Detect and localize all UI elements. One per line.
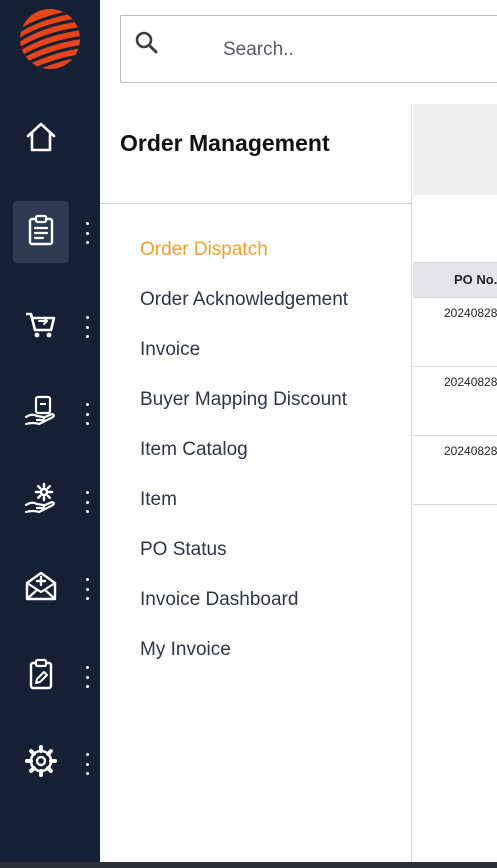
bottom-strip [0, 862, 497, 868]
menu-item-po-status[interactable]: PO Status [140, 538, 348, 588]
nav-envelope-more[interactable] [82, 578, 92, 600]
menu-item-my-invoice[interactable]: My Invoice [140, 638, 348, 688]
nav-home[interactable] [13, 108, 69, 170]
content-header [413, 104, 497, 195]
settings-gear-icon [23, 743, 59, 784]
divider [100, 203, 412, 204]
menu-item-order-acknowledgement[interactable]: Order Acknowledgement [140, 288, 348, 338]
submenu-list: Order Dispatch Order Acknowledgement Inv… [140, 238, 348, 688]
nav-order-management[interactable] [13, 201, 69, 263]
nav-envelope[interactable] [13, 557, 69, 619]
menu-item-order-dispatch[interactable]: Order Dispatch [140, 238, 348, 288]
po-number-cell: 20240828 [444, 444, 497, 458]
nav-order-management-more[interactable] [82, 222, 92, 244]
menu-item-buyer-mapping-discount[interactable]: Buyer Mapping Discount [140, 388, 348, 438]
nav-settings[interactable] [13, 732, 69, 794]
sidebar-rail [0, 0, 100, 862]
nav-settings-more[interactable] [82, 753, 92, 775]
hand-gear-icon [23, 481, 59, 522]
nav-clipboard-edit-more[interactable] [82, 666, 92, 688]
table-row[interactable]: 20240828 [413, 298, 497, 367]
column-header-po-no[interactable]: PO No. [454, 272, 497, 287]
order-management-submenu: Order Management Order Dispatch Order Ac… [100, 104, 412, 862]
menu-item-invoice-dashboard[interactable]: Invoice Dashboard [140, 588, 348, 638]
logo-icon[interactable] [19, 8, 81, 70]
envelope-plus-icon [23, 568, 59, 609]
table-row[interactable]: 20240828 [413, 367, 497, 436]
nav-hand-gear-more[interactable] [82, 491, 92, 513]
menu-item-item[interactable]: Item [140, 488, 348, 538]
po-number-cell: 20240828 [444, 306, 497, 320]
menu-item-invoice[interactable]: Invoice [140, 338, 348, 388]
nav-cart-more[interactable] [82, 316, 92, 338]
table-header: PO No. [413, 262, 497, 298]
search-input[interactable] [221, 34, 485, 66]
clipboard-list-icon [23, 212, 59, 253]
nav-cart[interactable] [13, 295, 69, 357]
table-row[interactable]: 20240828 [413, 436, 497, 505]
home-icon [23, 119, 59, 160]
clipboard-edit-icon [23, 656, 59, 697]
search-icon[interactable] [134, 30, 160, 56]
po-number-cell: 20240828 [444, 375, 497, 389]
search-bar [120, 15, 497, 83]
nav-hand-invoice-more[interactable] [82, 403, 92, 425]
hand-invoice-icon [23, 393, 59, 434]
submenu-title: Order Management [120, 130, 330, 156]
nav-hand-gear[interactable] [13, 470, 69, 532]
nav-clipboard-edit[interactable] [13, 645, 69, 707]
menu-item-item-catalog[interactable]: Item Catalog [140, 438, 348, 488]
cart-icon [23, 306, 59, 347]
nav-hand-invoice[interactable] [13, 382, 69, 444]
